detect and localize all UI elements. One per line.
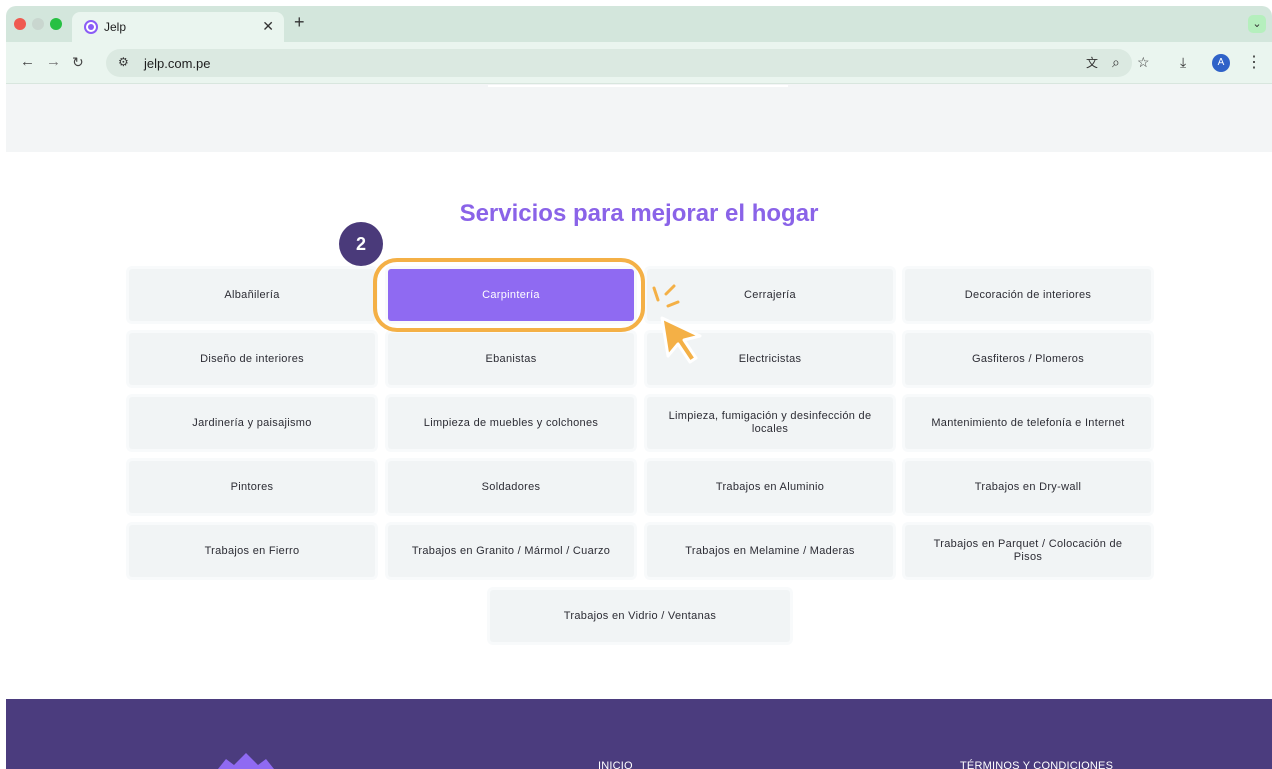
footer-link-terminos[interactable]: TÉRMINOS Y CONDICIONES [960, 760, 1113, 769]
service-parquet[interactable]: Trabajos en Parquet / Colocación de Piso… [905, 525, 1151, 577]
service-vidrio[interactable]: Trabajos en Vidrio / Ventanas [490, 590, 790, 642]
footer-link-inicio[interactable]: INICIO [598, 760, 633, 769]
service-ebanistas[interactable]: Ebanistas [388, 333, 634, 385]
header-band [6, 84, 1272, 152]
download-icon[interactable]: ⤓ [1180, 54, 1186, 71]
service-granito[interactable]: Trabajos en Granito / Mármol / Cuarzo [388, 525, 634, 577]
service-mantenimiento-telefonia[interactable]: Mantenimiento de telefonía e Internet [905, 397, 1151, 449]
close-window-button[interactable] [14, 18, 26, 30]
close-tab-icon[interactable]: ✕ [262, 18, 274, 35]
section-title: Servicios para mejorar el hogar [459, 200, 819, 227]
service-decoracion-interiores[interactable]: Decoración de interiores [905, 269, 1151, 321]
minimize-window-button[interactable] [32, 18, 44, 30]
new-tab-button[interactable]: + [294, 12, 305, 33]
tab-title: Jelp [104, 20, 127, 34]
jelp-favicon-icon [84, 20, 98, 34]
service-gasfiteros[interactable]: Gasfiteros / Plomeros [905, 333, 1151, 385]
maximize-window-button[interactable] [50, 18, 62, 30]
reload-icon[interactable]: ↻ [72, 54, 84, 71]
service-dry-wall[interactable]: Trabajos en Dry-wall [905, 461, 1151, 513]
bookmark-star-icon[interactable]: ☆ [1137, 54, 1150, 71]
profile-avatar[interactable]: A [1212, 54, 1230, 72]
address-bar[interactable]: ⚙ jelp.com.pe [106, 49, 1132, 77]
divider [488, 85, 788, 87]
service-soldadores[interactable]: Soldadores [388, 461, 634, 513]
jelp-logo-icon [218, 753, 274, 769]
zoom-icon[interactable]: ⌕ [1112, 54, 1120, 71]
page-content: Servicios para mejorar el hogar Albañile… [6, 84, 1272, 769]
kebab-menu-icon[interactable]: ⋮ [1246, 52, 1262, 72]
service-aluminio[interactable]: Trabajos en Aluminio [647, 461, 893, 513]
service-pintores[interactable]: Pintores [129, 461, 375, 513]
tab-strip: Jelp ✕ + ⌄ [6, 6, 1272, 42]
back-icon[interactable]: ← [20, 53, 35, 70]
service-fierro[interactable]: Trabajos en Fierro [129, 525, 375, 577]
tab-search-icon[interactable]: ⌄ [1248, 15, 1266, 33]
service-limpieza-muebles[interactable]: Limpieza de muebles y colchones [388, 397, 634, 449]
service-jardineria[interactable]: Jardinería y paisajismo [129, 397, 375, 449]
click-pointer-icon [652, 284, 702, 364]
step-badge: 2 [339, 222, 383, 266]
browser-tab[interactable]: Jelp ✕ [72, 12, 284, 42]
url-text[interactable]: jelp.com.pe [144, 56, 210, 71]
toolbar: ← → ↻ ⚙ jelp.com.pe 文 ⌕ ☆ ⤓ A ⋮ [6, 42, 1272, 84]
browser-window: Jelp ✕ + ⌄ ← → ↻ ⚙ jelp.com.pe 文 ⌕ ☆ ⤓ A… [6, 6, 1272, 769]
service-albanileria[interactable]: Albañilería [129, 269, 375, 321]
service-diseno-interiores[interactable]: Diseño de interiores [129, 333, 375, 385]
footer: INICIO TÉRMINOS Y CONDICIONES [6, 699, 1272, 769]
highlight-ring [373, 258, 645, 332]
forward-icon[interactable]: → [46, 53, 61, 70]
site-settings-icon[interactable]: ⚙ [118, 55, 129, 69]
service-melamine[interactable]: Trabajos en Melamine / Maderas [647, 525, 893, 577]
service-limpieza-locales[interactable]: Limpieza, fumigación y desinfección de l… [647, 397, 893, 449]
translate-icon[interactable]: 文 [1086, 54, 1098, 71]
